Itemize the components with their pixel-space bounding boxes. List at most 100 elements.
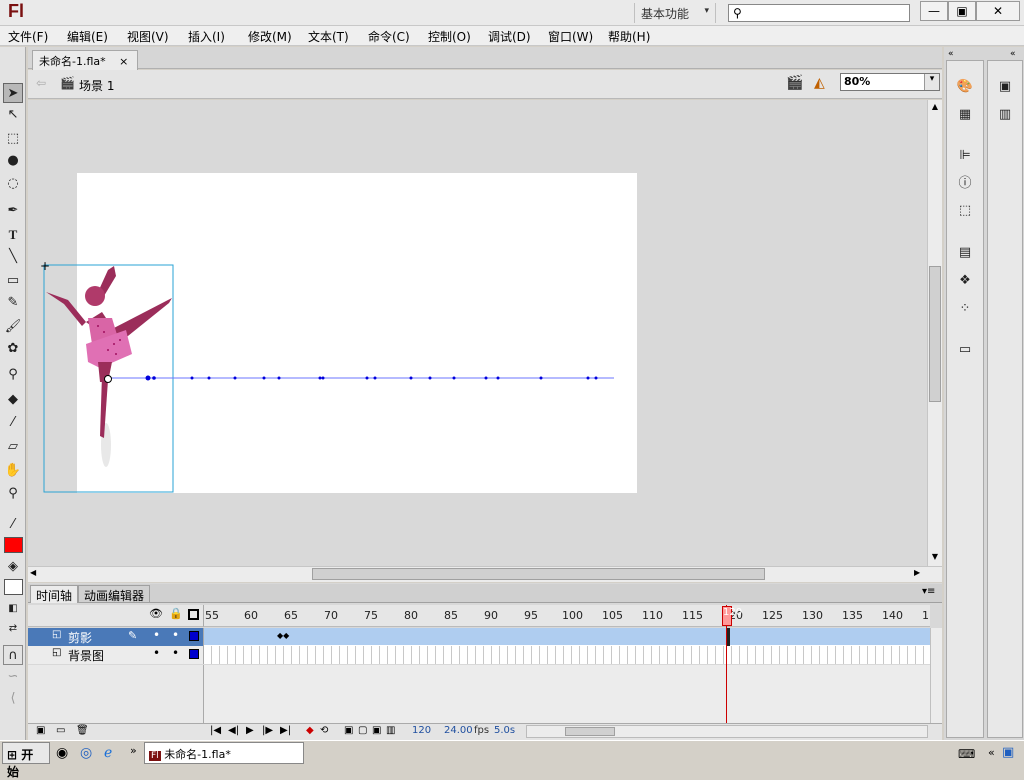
code-snippets-icon[interactable]: ▤ xyxy=(955,244,975,262)
new-layer-icon[interactable]: ▣ xyxy=(36,725,45,736)
horizontal-scroll-thumb[interactable] xyxy=(312,568,765,580)
info-panel-icon[interactable]: ⓘ xyxy=(955,175,975,193)
workspace-switcher[interactable]: 基本功能 xyxy=(634,3,716,23)
menu-file[interactable]: 文件(F) xyxy=(8,28,48,45)
subselect-icon[interactable]: ↖ xyxy=(3,105,23,125)
fill-color-icon[interactable]: ◈ xyxy=(3,557,23,577)
delete-layer-icon[interactable]: 🗑 xyxy=(76,725,89,736)
zoom-select[interactable]: 80% xyxy=(840,73,940,91)
outline-icon[interactable] xyxy=(188,609,199,620)
layer-color-swatch[interactable] xyxy=(189,631,199,641)
eraser-icon[interactable]: ▱ xyxy=(3,437,23,457)
scroll-right-icon[interactable]: ▶ xyxy=(914,568,920,577)
project-panel-icon[interactable]: ▭ xyxy=(955,341,975,359)
menu-help[interactable]: 帮助(H) xyxy=(608,28,650,45)
bone-icon[interactable]: ⚲ xyxy=(3,365,23,385)
more-quicklaunch-icon[interactable]: » xyxy=(130,744,137,757)
layer-name[interactable]: 背景图 xyxy=(68,647,104,664)
play-icon[interactable]: ▶ xyxy=(246,725,254,736)
close-button[interactable]: ✕ xyxy=(976,1,1020,21)
transform-panel-icon[interactable]: ⬚ xyxy=(955,202,975,220)
layer-name[interactable]: 剪影 xyxy=(68,629,92,646)
smooth-icon[interactable]: ∽ xyxy=(3,667,23,687)
swatches-panel-icon[interactable]: ▦ xyxy=(955,106,975,124)
menu-text[interactable]: 文本(T) xyxy=(308,28,349,45)
document-tab[interactable]: 未命名-1.fla* × xyxy=(32,50,138,70)
zoom-icon[interactable]: ⚲ xyxy=(3,484,23,504)
lock-dot[interactable]: • xyxy=(172,628,179,642)
minimize-button[interactable]: — xyxy=(920,1,948,21)
back-arrow-icon[interactable]: ⇦ xyxy=(36,76,46,90)
chrome-icon[interactable]: ◉ xyxy=(56,745,68,761)
align-panel-icon[interactable]: ⊫ xyxy=(955,147,975,165)
tab-timeline[interactable]: 时间轴 xyxy=(30,585,79,603)
components-panel-icon[interactable]: ❖ xyxy=(955,272,975,290)
menu-debug[interactable]: 调试(D) xyxy=(488,28,531,45)
pen-icon[interactable]: ✒ xyxy=(3,201,23,221)
center-frame-icon[interactable]: ◆ xyxy=(306,725,314,736)
rectangle-icon[interactable]: ▭ xyxy=(3,271,23,291)
edit-symbols-icon[interactable]: ◭ xyxy=(814,75,825,91)
menu-insert[interactable]: 插入(I) xyxy=(188,28,225,45)
help-search-input[interactable]: ⚲ xyxy=(728,4,910,22)
stroke-color-icon[interactable]: ⁄ xyxy=(3,515,23,535)
visible-dot[interactable]: • xyxy=(153,628,160,642)
eyedropper-icon[interactable]: ⁄ xyxy=(3,413,23,433)
menu-view[interactable]: 视图(V) xyxy=(127,28,169,45)
network-tray-icon[interactable]: ▣ xyxy=(1002,745,1014,760)
timeline-vertical-scrollbar[interactable] xyxy=(930,628,942,723)
paint-bucket-icon[interactable]: ◆ xyxy=(3,390,23,410)
tab-motion-editor[interactable]: 动画编辑器 xyxy=(78,585,151,603)
scroll-left-icon[interactable]: ◀ xyxy=(30,568,36,577)
menu-commands[interactable]: 命令(C) xyxy=(368,28,410,45)
vertical-scroll-thumb[interactable] xyxy=(929,266,941,402)
properties-panel-icon[interactable]: ▣ xyxy=(995,78,1015,96)
layer-frames[interactable] xyxy=(204,646,930,664)
stroke-color-swatch[interactable] xyxy=(4,537,23,553)
edit-scene-icon[interactable]: 🎬 xyxy=(786,75,803,91)
layer-color-swatch[interactable] xyxy=(189,649,199,659)
last-frame-icon[interactable]: ▶| xyxy=(280,725,291,736)
library-panel-icon[interactable]: ▥ xyxy=(995,106,1015,124)
brush-icon[interactable]: 🖌 xyxy=(3,317,23,337)
swap-colors-icon[interactable]: ⇄ xyxy=(3,619,23,639)
dancer-silhouette[interactable] xyxy=(46,266,172,467)
fill-color-swatch[interactable] xyxy=(4,579,23,595)
menu-control[interactable]: 控制(O) xyxy=(428,28,471,45)
timeline-ruler[interactable]: 55 60 65 70 75 80 85 90 95 100 105 110 1… xyxy=(204,605,930,627)
stage-horizontal-scrollbar[interactable]: ◀ ▶ xyxy=(28,566,942,582)
layer-row[interactable]: ◱ 背景图 • • xyxy=(28,646,204,664)
step-forward-icon[interactable]: |▶ xyxy=(262,725,273,736)
modify-markers-icon[interactable]: ▥ xyxy=(386,725,395,736)
ie-icon[interactable]: ℯ xyxy=(104,745,112,761)
layer-frames[interactable]: ◆◆ xyxy=(204,628,930,646)
onion-outline-icon[interactable]: ▢ xyxy=(358,725,367,736)
panel-menu-icon[interactable]: ▾≡ xyxy=(922,586,935,597)
menu-window[interactable]: 窗口(W) xyxy=(548,28,593,45)
edit-multiple-icon[interactable]: ▣ xyxy=(372,725,381,736)
onion-skin-icon[interactable]: ▣ xyxy=(344,725,353,736)
lock-icon[interactable]: 🔒 xyxy=(169,607,183,620)
timeline-horizontal-scrollbar[interactable] xyxy=(526,725,928,738)
menu-modify[interactable]: 修改(M) xyxy=(248,28,292,45)
scroll-up-icon[interactable]: ▲ xyxy=(929,102,941,114)
free-transform-icon[interactable]: ⬚ xyxy=(3,129,23,149)
taskbar-app-button[interactable]: Fl 未命名-1.fla* xyxy=(144,742,304,764)
timeline-scroll-thumb[interactable] xyxy=(565,727,615,736)
arrow-icon[interactable]: ➤ xyxy=(3,83,23,103)
explorer-icon[interactable]: ◎ xyxy=(80,745,92,761)
snap-magnet-icon[interactable]: ∩ xyxy=(3,645,23,665)
visible-dot[interactable]: • xyxy=(153,646,160,660)
straighten-icon[interactable]: ⟨ xyxy=(3,689,23,709)
tray-expand-icon[interactable]: « xyxy=(988,746,995,759)
motion-presets-icon[interactable]: ⁘ xyxy=(955,300,975,318)
loop-icon[interactable]: ⟲ xyxy=(320,725,328,736)
start-button[interactable]: ⊞ 开始 xyxy=(2,742,50,779)
scroll-down-icon[interactable]: ▼ xyxy=(929,552,941,564)
transform-point-icon[interactable] xyxy=(104,375,112,383)
deco-icon[interactable]: ✿ xyxy=(3,339,23,359)
first-frame-icon[interactable]: |◀ xyxy=(210,725,221,736)
stage-vertical-scrollbar[interactable]: ▲ ▼ xyxy=(927,100,942,566)
lasso-icon[interactable]: ◌ xyxy=(3,174,23,194)
keyboard-tray-icon[interactable]: ⌨ xyxy=(958,747,975,761)
